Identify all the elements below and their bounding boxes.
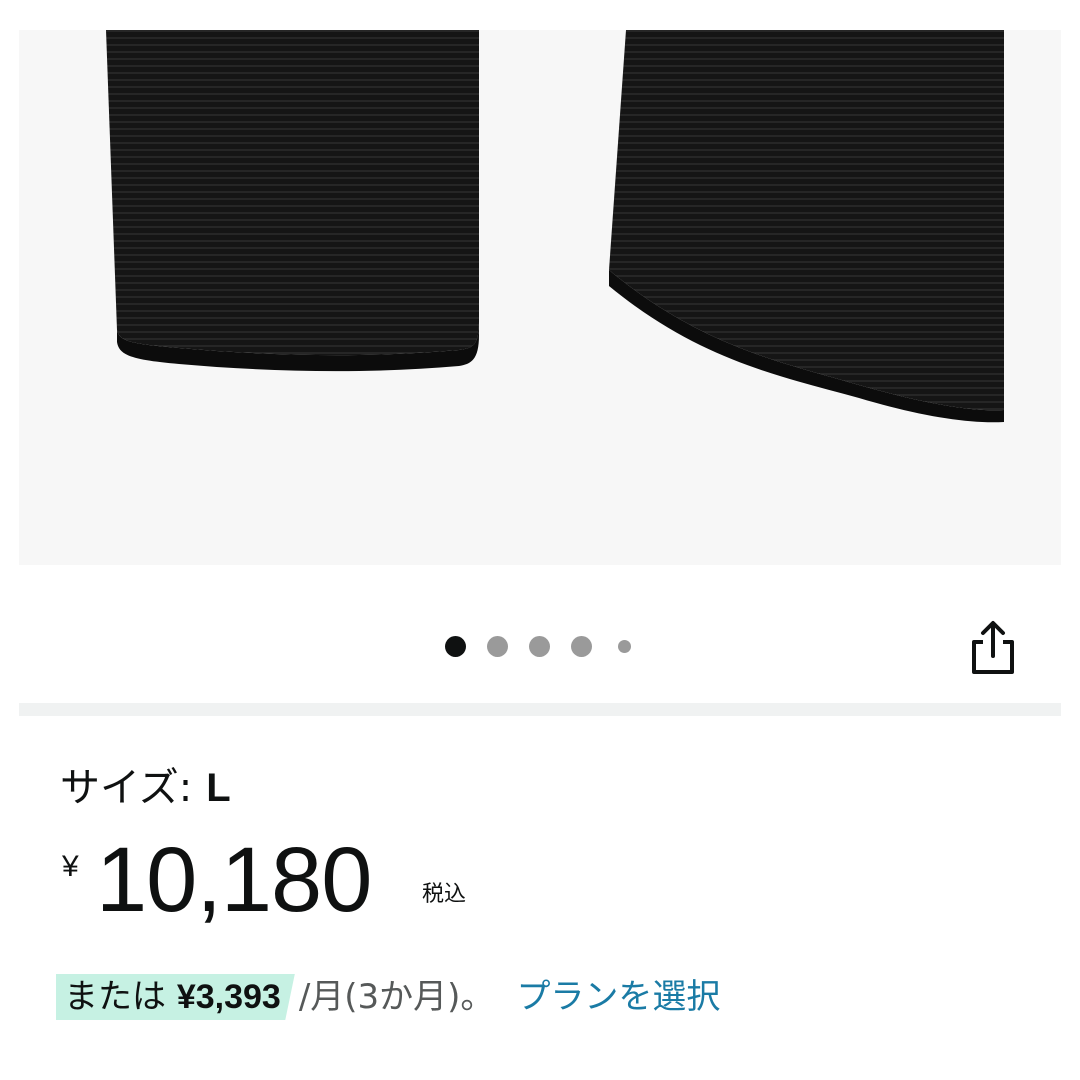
select-plan-link[interactable]: プランを選択	[516, 977, 720, 1017]
installment-offer: または ¥3,393/月(3か月)。 プランを選択	[56, 974, 720, 1020]
carousel-dot-1-active[interactable]	[445, 636, 466, 657]
carousel-dot-5-small[interactable]	[618, 640, 631, 653]
product-image[interactable]	[19, 30, 1061, 565]
price-amount: 10,180	[96, 829, 372, 931]
carousel-dot-2[interactable]	[487, 636, 508, 657]
carousel-pagination[interactable]	[0, 632, 1080, 660]
share-icon	[972, 621, 1014, 674]
installment-period: /月(3か月)。	[298, 977, 495, 1017]
installment-prefix: または	[64, 977, 166, 1017]
product-photo	[106, 30, 1004, 423]
share-button[interactable]	[966, 618, 1020, 678]
size-selection: サイズ: L	[60, 762, 231, 814]
section-divider	[19, 703, 1061, 716]
carousel-dot-3[interactable]	[529, 636, 550, 657]
carousel-dot-4[interactable]	[571, 636, 592, 657]
installment-amount: ¥3,393	[176, 978, 281, 1016]
size-label: サイズ:	[60, 765, 193, 811]
installment-highlight: または ¥3,393	[56, 974, 295, 1020]
tax-included-label: 税込	[422, 882, 467, 907]
size-value: L	[206, 766, 231, 810]
price-currency-symbol: ¥	[62, 850, 79, 883]
